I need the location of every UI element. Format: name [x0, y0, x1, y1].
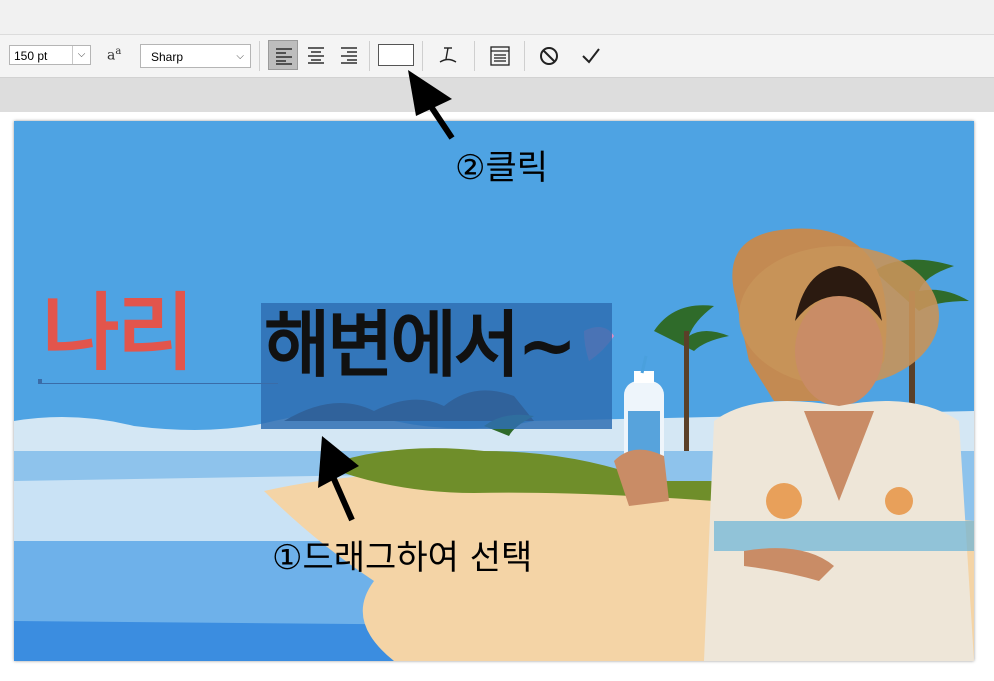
step-2-label: ②클릭: [455, 148, 549, 188]
arrow-to-selection: [318, 436, 359, 522]
step-1-label: ①드래그하여 선택: [272, 538, 533, 578]
arrow-to-color-swatch: [408, 70, 455, 140]
